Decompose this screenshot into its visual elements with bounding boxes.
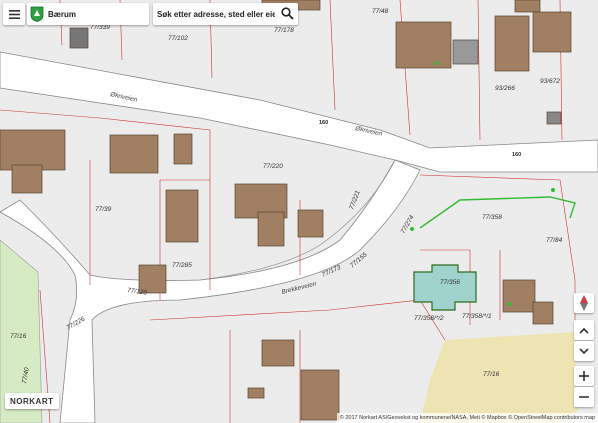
marker [435, 61, 439, 65]
parcel-label: 77/84 [546, 237, 563, 244]
parcel-label: 93/266 [495, 85, 515, 92]
building [109, 134, 159, 174]
building [261, 339, 295, 367]
tilt-down-button[interactable] [574, 341, 594, 361]
tilt-up-button[interactable] [574, 320, 594, 340]
chevron-up-icon [579, 327, 589, 334]
building [0, 129, 66, 171]
search-box[interactable] [153, 3, 298, 25]
compass-button[interactable] [574, 293, 594, 313]
parcel-label: 77/339 [90, 24, 110, 31]
minus-icon [579, 396, 589, 398]
marker [508, 302, 512, 306]
search-input[interactable] [157, 9, 275, 19]
building [546, 111, 562, 125]
compass-icon [580, 295, 588, 311]
parcel-label: 77/356 [440, 279, 460, 286]
parcel-label: 77/16 [10, 333, 27, 340]
building [173, 133, 193, 165]
building [69, 27, 89, 49]
municipality-selector[interactable]: Bærum [27, 3, 149, 25]
parcel-label: 77/285 [172, 262, 192, 269]
building [395, 21, 452, 69]
hamburger-icon [8, 9, 20, 19]
building [514, 0, 541, 13]
plus-icon [579, 371, 589, 381]
building [300, 369, 340, 421]
parcel-label: 77/358/*/2 [414, 315, 444, 322]
parcel-label: 77/358/*/1 [462, 313, 492, 320]
parcel-label: 77/39 [95, 206, 112, 213]
parcel-label: 77/102 [168, 35, 188, 42]
norkart-logo[interactable]: NORKART [5, 393, 59, 409]
building [257, 211, 285, 247]
chevron-down-icon [579, 347, 589, 354]
parcel-label: 93/672 [540, 78, 560, 85]
building [502, 279, 536, 313]
menu-button[interactable] [3, 3, 25, 25]
zoom-in-button[interactable] [574, 366, 594, 386]
building [297, 209, 324, 238]
parcel-label: 77/48 [372, 8, 389, 15]
building [452, 39, 479, 65]
building [494, 15, 530, 72]
building [165, 189, 199, 243]
map-canvas[interactable]: Økriveien Økriveien Brekkeveien 160 160 … [0, 0, 598, 423]
zoom-out-button[interactable] [574, 387, 594, 407]
parcel-label: 77/16 [483, 371, 500, 378]
building [532, 301, 554, 325]
building [532, 11, 572, 53]
building [247, 387, 265, 399]
marker [551, 188, 555, 192]
marker [410, 227, 414, 231]
parcel-label: 77/178 [274, 27, 294, 34]
house-number: 160 [319, 120, 328, 126]
building [11, 164, 43, 194]
municipality-name: Bærum [48, 9, 77, 19]
search-icon[interactable] [281, 7, 294, 20]
parcel-label: 77/220 [263, 163, 283, 170]
house-number: 160 [512, 152, 521, 158]
map-attribution: © 2017 Norkart AS/Geovekst og kommunene/… [336, 413, 598, 423]
parcel-label: 77/358 [482, 214, 502, 221]
municipality-crest-icon [30, 6, 44, 22]
